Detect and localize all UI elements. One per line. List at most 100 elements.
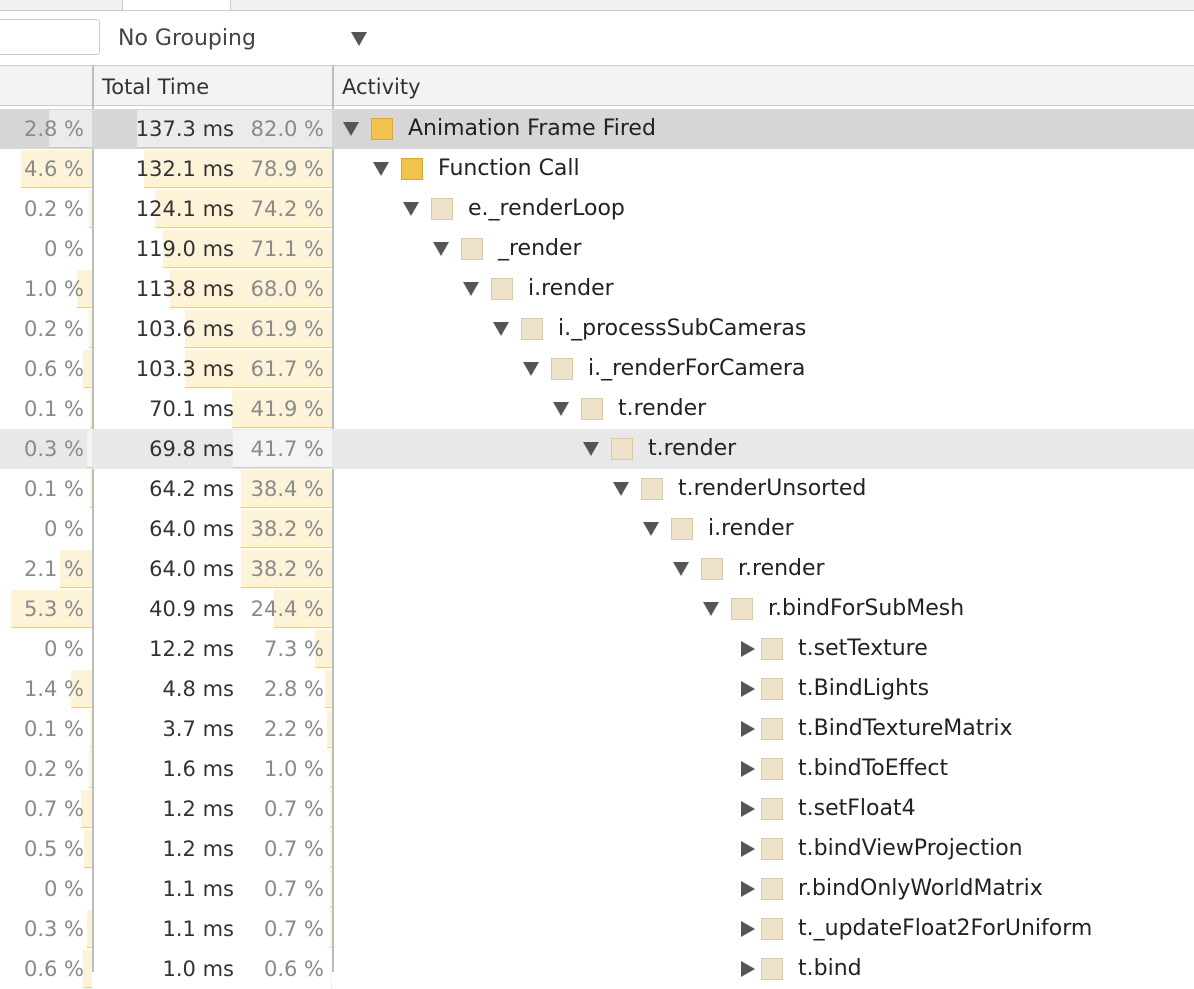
table-row[interactable]: 0.1 % 3.7 ms 2.2 % t.BindTextureMatrix: [0, 709, 1194, 749]
table-row[interactable]: 1.0 % 113.8 ms 68.0 % i.render: [0, 269, 1194, 309]
category-swatch-icon: [761, 678, 783, 700]
category-swatch-icon: [761, 758, 783, 780]
activity-name: r.bindOnlyWorldMatrix: [798, 876, 1043, 901]
total-time-percent: 61.9 %: [250, 317, 324, 341]
self-time-percent: 0 %: [44, 517, 84, 541]
expanded-triangle-icon[interactable]: [703, 602, 719, 616]
tab-call-tree[interactable]: [123, 0, 231, 10]
self-time-bar: [87, 430, 92, 468]
table-row[interactable]: 0.6 % 1.0 ms 0.6 % t.bind: [0, 949, 1194, 989]
collapsed-triangle-icon[interactable]: [741, 641, 755, 657]
total-time-value: 119.0 ms: [135, 237, 234, 261]
self-time-percent: 0.2 %: [23, 757, 84, 781]
collapsed-triangle-icon[interactable]: [741, 681, 755, 697]
table-row[interactable]: 0 % 1.1 ms 0.7 % r.bindOnlyWorldMatrix: [0, 869, 1194, 909]
activity-name: t.bind: [798, 956, 862, 981]
expanded-triangle-icon[interactable]: [463, 282, 479, 296]
self-time-percent: 2.8 %: [23, 117, 84, 141]
collapsed-triangle-icon[interactable]: [741, 801, 755, 817]
self-time-percent: 0 %: [44, 877, 84, 901]
expanded-triangle-icon[interactable]: [373, 162, 389, 176]
table-row[interactable]: 0.7 % 1.2 ms 0.7 % t.setFloat4: [0, 789, 1194, 829]
self-time-bar: [83, 950, 92, 988]
expanded-triangle-icon[interactable]: [523, 362, 539, 376]
collapsed-triangle-icon[interactable]: [741, 921, 755, 937]
total-time-value: 1.1 ms: [162, 917, 234, 941]
total-time-value: 4.8 ms: [162, 677, 234, 701]
table-row[interactable]: 4.6 % 132.1 ms 78.9 % Function Call: [0, 149, 1194, 189]
table-row[interactable]: 0.6 % 103.3 ms 61.7 % i._renderForCamera: [0, 349, 1194, 389]
self-time-percent: 0.6 %: [23, 357, 84, 381]
category-swatch-icon: [761, 838, 783, 860]
table-row[interactable]: 5.3 % 40.9 ms 24.4 % r.bindForSubMesh: [0, 589, 1194, 629]
total-time-value: 69.8 ms: [149, 437, 234, 461]
self-time-percent: 2.1 %: [23, 557, 84, 581]
table-row[interactable]: 0.3 % 1.1 ms 0.7 % t._updateFloat2ForUnifor…: [0, 909, 1194, 949]
table-row[interactable]: 0.1 % 70.1 ms 41.9 % t.render: [0, 389, 1194, 429]
self-time-percent: 0.6 %: [23, 957, 84, 981]
total-time-value: 12.2 ms: [149, 637, 234, 661]
table-row[interactable]: 0.2 % 1.6 ms 1.0 % t.bindToEffect: [0, 749, 1194, 789]
expanded-triangle-icon[interactable]: [583, 442, 599, 456]
category-swatch-icon: [761, 638, 783, 660]
total-time-bar: [330, 870, 332, 908]
total-time-bar: [330, 830, 332, 868]
table-row[interactable]: 0.2 % 103.6 ms 61.9 % i._processSubCameras: [0, 309, 1194, 349]
total-time-percent: 2.2 %: [263, 717, 324, 741]
collapsed-triangle-icon[interactable]: [741, 761, 755, 777]
total-time-value: 3.7 ms: [162, 717, 234, 741]
category-swatch-icon: [761, 918, 783, 940]
table-row[interactable]: 0 % 12.2 ms 7.3 % t.setTexture: [0, 629, 1194, 669]
category-swatch-icon: [761, 878, 783, 900]
total-time-value: 132.1 ms: [135, 157, 234, 181]
table-row[interactable]: 2.8 % 137.3 ms 82.0 % Animation Frame Fired: [0, 109, 1194, 149]
activity-name: i._renderForCamera: [588, 356, 806, 381]
tab-bottom-up[interactable]: [0, 0, 123, 10]
table-row[interactable]: 0.2 % 124.1 ms 74.2 % e._renderLoop: [0, 189, 1194, 229]
total-time-bar: [331, 950, 332, 988]
expanded-triangle-icon[interactable]: [433, 242, 449, 256]
table-row[interactable]: 0 % 119.0 ms 71.1 % _render: [0, 229, 1194, 269]
expanded-triangle-icon[interactable]: [673, 562, 689, 576]
category-swatch-icon: [521, 318, 543, 340]
table-row[interactable]: 0.1 % 64.2 ms 38.4 % t.renderUnsorted: [0, 469, 1194, 509]
activity-name: Animation Frame Fired: [408, 116, 656, 141]
total-time-percent: 68.0 %: [250, 277, 324, 301]
category-swatch-icon: [551, 358, 573, 380]
activity-name: t._updateFloat2ForUniform: [798, 916, 1093, 941]
activity-name: _render: [498, 236, 582, 261]
total-time-value: 64.0 ms: [149, 517, 234, 541]
activity-name: t.BindTextureMatrix: [798, 716, 1013, 741]
table-row[interactable]: 0.3 % 69.8 ms 41.7 % t.render: [0, 429, 1194, 469]
grouping-selected-value: No Grouping: [118, 26, 256, 51]
expanded-triangle-icon[interactable]: [493, 322, 509, 336]
expanded-triangle-icon[interactable]: [643, 522, 659, 536]
collapsed-triangle-icon[interactable]: [741, 841, 755, 857]
self-time-percent: 0.7 %: [23, 797, 84, 821]
expanded-triangle-icon[interactable]: [613, 482, 629, 496]
table-row[interactable]: 0.5 % 1.2 ms 0.7 % t.bindViewProjection: [0, 829, 1194, 869]
collapsed-triangle-icon[interactable]: [741, 721, 755, 737]
column-header-total-time[interactable]: Total Time: [102, 66, 209, 105]
category-swatch-icon: [401, 158, 423, 180]
table-row[interactable]: 2.1 % 64.0 ms 38.2 % r.render: [0, 549, 1194, 589]
total-time-value: 1.0 ms: [162, 957, 234, 981]
collapsed-triangle-icon[interactable]: [741, 961, 755, 977]
activity-name: r.bindForSubMesh: [768, 596, 965, 621]
activity-name: Function Call: [438, 156, 580, 181]
total-time-percent: 0.7 %: [263, 797, 324, 821]
total-time-percent: 1.0 %: [263, 757, 324, 781]
total-time-value: 137.3 ms: [135, 117, 234, 141]
expanded-triangle-icon[interactable]: [343, 122, 359, 136]
total-time-value: 124.1 ms: [135, 197, 234, 221]
column-header-activity[interactable]: Activity: [342, 66, 421, 105]
expanded-triangle-icon[interactable]: [403, 202, 419, 216]
table-row[interactable]: 0 % 64.0 ms 38.2 % i.render: [0, 509, 1194, 549]
expanded-triangle-icon[interactable]: [553, 402, 569, 416]
table-row[interactable]: 1.4 % 4.8 ms 2.8 % t.BindLights: [0, 669, 1194, 709]
total-time-percent: 7.3 %: [263, 637, 324, 661]
grouping-dropdown[interactable]: No Grouping: [118, 19, 378, 55]
column-header-self-time[interactable]: [0, 66, 92, 105]
filter-input[interactable]: [0, 19, 100, 55]
collapsed-triangle-icon[interactable]: [741, 881, 755, 897]
